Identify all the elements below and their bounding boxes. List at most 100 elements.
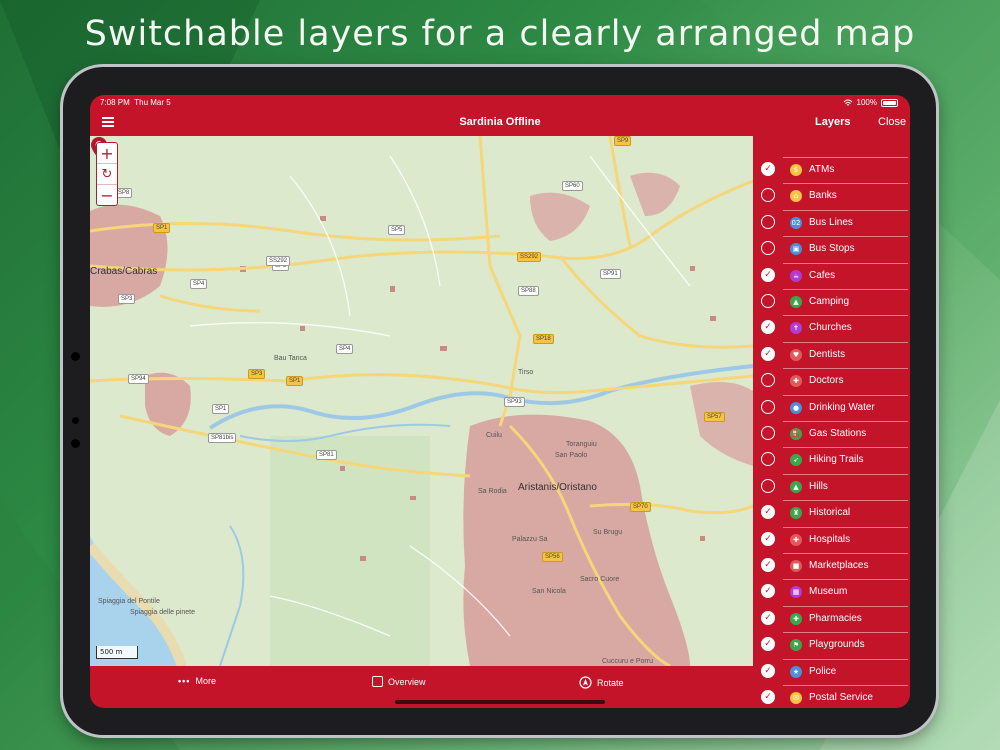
side-sensor [72,417,79,424]
reset-rotation-button[interactable]: ↻ [97,164,117,185]
layer-cell: ▣ Bus Stops [783,236,908,261]
road-label: SP1 [212,404,230,414]
checkmark-icon[interactable]: ✓ [761,584,775,599]
place-label: Tirso [518,369,534,376]
layer-row[interactable]: ✓ ⚑ Playgrounds [753,631,910,657]
layer-row[interactable]: ✓ ■ Marketplaces [753,552,910,578]
layer-row[interactable]: ✓ ♜ Historical [753,499,910,525]
layer-row[interactable]: ✓ ✚ Pharmacies [753,605,910,631]
layer-cell: ✚ Pharmacies [783,605,908,630]
checkmark-icon[interactable]: ✓ [761,320,775,335]
road-label: SP81bis [208,433,237,443]
layers-panel: ✓ $ ATMs ⌂ Banks 02 Bus Lines ▣ Bus Stops ✓ ☕ Cafes… [753,136,910,708]
layer-label: Pharmacies [809,612,862,624]
checkmark-icon[interactable]: ✓ [761,267,775,282]
road-label: SP91 [600,269,621,279]
zoom-in-button[interactable]: + [97,143,117,164]
place-label: Su Brugu [593,529,623,536]
layer-row[interactable]: ● Drinking Water [753,394,910,420]
unchecked-circle-icon[interactable] [761,373,775,388]
hospital-icon: ✚ [790,533,802,546]
layer-cell: ✝ Churches [783,315,908,340]
layer-label: Doctors [809,375,844,387]
layer-row[interactable]: ✓ ▦ Museum [753,578,910,604]
layer-row[interactable]: ▣ Bus Stops [753,235,910,261]
layer-row[interactable]: ✓ ♥ Dentists [753,341,910,367]
place-label: Cuccuru e Porru [602,658,653,665]
unchecked-circle-icon[interactable] [761,452,775,467]
layer-cell: 02 Bus Lines [783,209,908,234]
road-label: SP3 [248,369,266,379]
rotate-button[interactable]: Rotate [579,676,624,689]
app-screen: 7:08 PM Thu Mar 5 100% Sardinia Offline … [90,95,910,708]
road-label: SP5 [388,225,406,235]
checkmark-icon[interactable]: ✓ [761,346,775,361]
layer-row[interactable]: ⛽ Gas Stations [753,420,910,446]
checkmark-icon[interactable]: ✓ [761,690,775,704]
layer-row[interactable]: ✚ Doctors [753,367,910,393]
layer-row[interactable]: ✓ ✉ Postal Service [753,684,910,708]
unchecked-circle-icon[interactable] [761,188,775,203]
checkmark-icon[interactable]: ✓ [761,505,775,520]
unchecked-circle-icon[interactable] [761,399,775,414]
bank-icon: ⌂ [790,190,802,203]
checkmark-icon[interactable]: ✓ [761,610,775,625]
checkmark-icon[interactable]: ✓ [761,637,775,652]
status-bar: 7:08 PM Thu Mar 5 100% [90,95,910,109]
rotate-label: Rotate [597,677,624,688]
app-title: Sardinia Offline [459,116,541,128]
layer-label: Police [809,665,837,677]
road-label: SP93 [504,397,525,407]
unchecked-circle-icon[interactable] [761,294,775,308]
unchecked-circle-icon[interactable] [761,426,775,440]
battery-percent: 100% [856,98,877,107]
checkmark-icon[interactable]: ✓ [761,531,775,546]
layer-row[interactable]: ✓ ★ Police [753,658,910,684]
place-label: Spiaggia del Pontile [98,598,160,605]
wifi-icon [843,99,852,106]
layer-row[interactable]: ▲ Hills [753,473,910,499]
pharmacy-icon: ✚ [790,612,802,625]
layer-cell: ✉ Postal Service [783,685,908,708]
layer-row[interactable]: 02 Bus Lines [753,209,910,235]
unchecked-circle-icon[interactable] [761,478,775,493]
layer-row[interactable]: ➶ Hiking Trails [753,446,910,472]
layer-row[interactable]: ✓ ✚ Hospitals [753,526,910,552]
battery-fill [883,100,896,105]
side-sensor [71,439,80,448]
close-button[interactable]: Close [878,116,906,128]
layer-label: Historical [809,507,851,519]
layer-label: Drinking Water [809,401,875,413]
zoom-out-button[interactable]: − [97,185,117,206]
layer-label: Gas Stations [809,428,867,439]
zoom-controls: + ↻ − [96,142,118,206]
bus-stop-icon: ▣ [790,243,802,256]
unchecked-circle-icon[interactable] [761,241,775,256]
more-button[interactable]: ••• More [178,676,216,686]
road-label: SP18 [533,334,554,344]
map-canvas [90,136,753,666]
map-view[interactable]: Crabas/Cabras Aristanis/Oristano Sa Rodi… [90,136,753,666]
checkmark-icon[interactable]: ✓ [761,162,775,176]
layer-label: Bus Lines [809,216,853,228]
layer-cell: ☕ Cafes [783,262,908,287]
layer-label: Hills [809,480,828,492]
layer-label: Bus Stops [809,243,855,255]
hamburger-icon[interactable] [102,117,114,127]
layer-row[interactable]: ▲ Camping [753,288,910,314]
unchecked-circle-icon[interactable] [761,214,775,229]
checkmark-icon[interactable]: ✓ [761,558,775,572]
overview-button[interactable]: Overview [372,676,426,687]
layer-row[interactable]: ✓ ✝ Churches [753,314,910,340]
road-label: SP60 [562,181,583,191]
water-drop-icon: ● [790,401,802,414]
layer-cell: ⌂ Banks [783,183,908,208]
place-label: Aristanis/Oristano [518,482,597,493]
layer-row[interactable]: ⌂ Banks [753,182,910,208]
place-label: Palazzu Sa [512,536,548,543]
layer-row[interactable]: ✓ $ ATMs [753,156,910,182]
road-label: SP1 [286,376,304,386]
layer-cell: ♜ Historical [783,500,908,525]
checkmark-icon[interactable]: ✓ [761,663,775,678]
layer-row[interactable]: ✓ ☕ Cafes [753,262,910,288]
